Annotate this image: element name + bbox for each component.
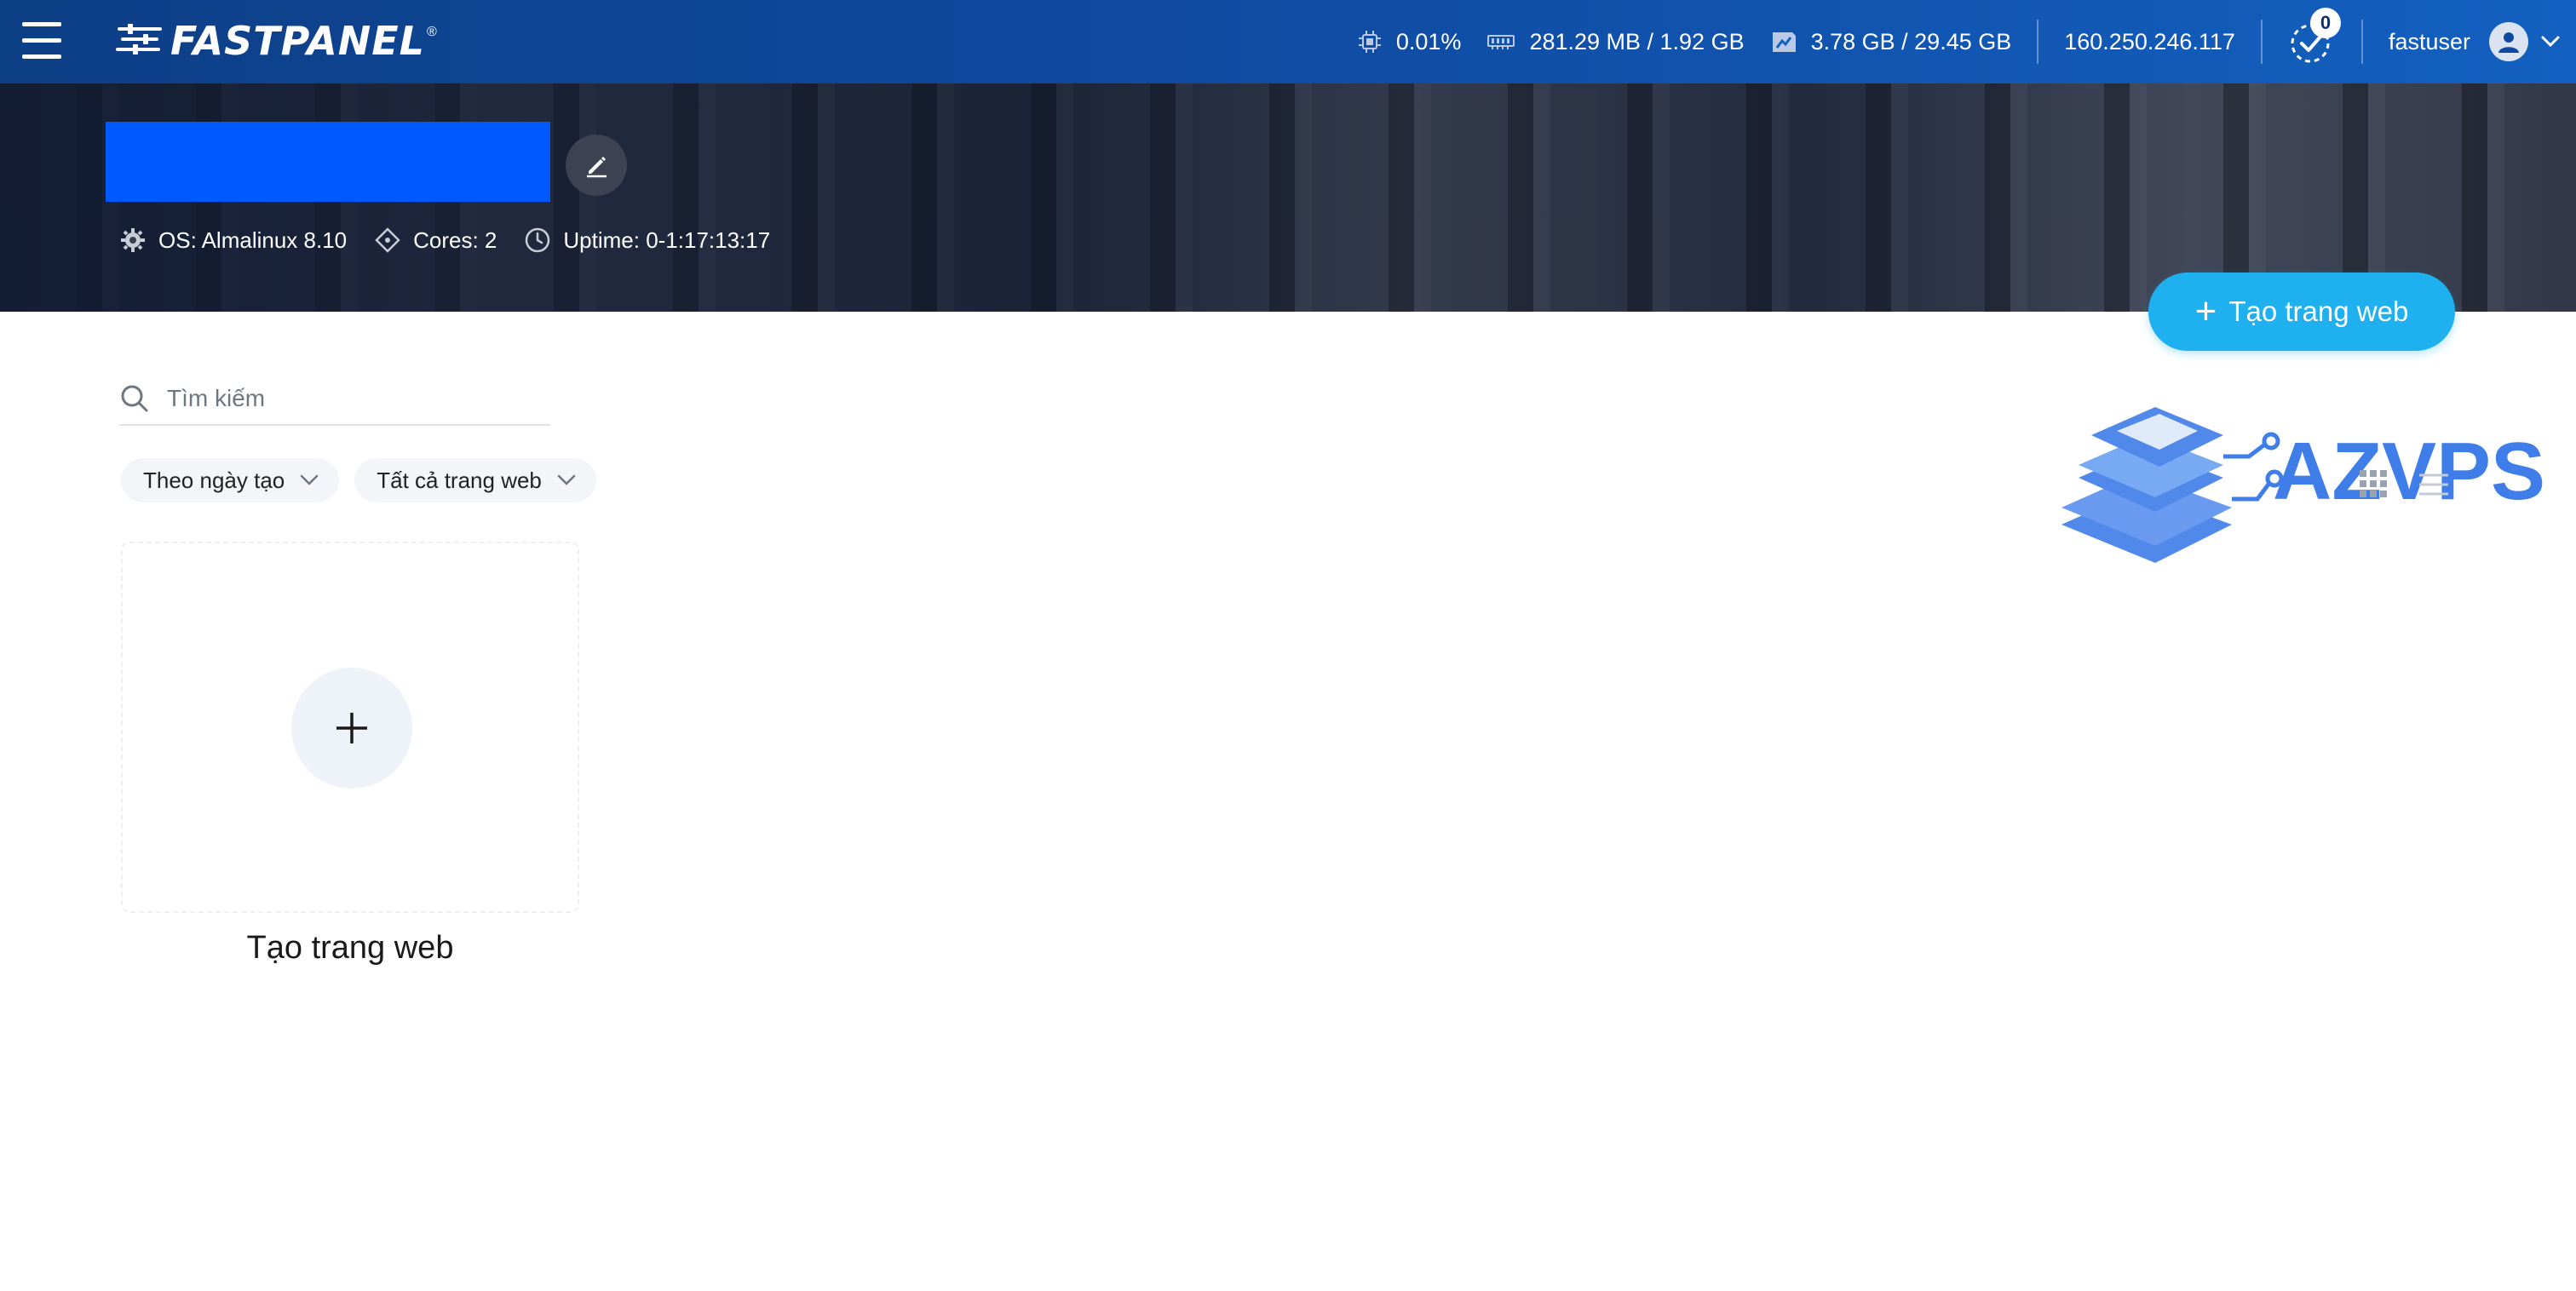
list-view-icon[interactable] [2418,470,2450,499]
cores-info: Cores: 2 [374,227,497,254]
chevron-down-icon [300,474,319,485]
tasks-button[interactable]: 0 [2288,8,2341,66]
cpu-usage: 0.01% [1395,28,1462,55]
plus-icon: + [2194,290,2217,332]
clock-icon [526,227,550,253]
divider [2360,20,2363,64]
search-icon [121,385,148,412]
create-website-button[interactable]: + Tạo trang web [2148,273,2455,351]
divider [2260,20,2263,64]
pencil-icon [587,157,607,178]
top-bar: FASTPANEL ® 0.01% 281.29 MB / 1.92 GB 3.… [0,0,2576,83]
chevron-down-icon [2541,36,2560,48]
user-menu[interactable]: fastuser [2389,22,2561,61]
user-icon [2498,32,2519,53]
sort-dropdown[interactable]: Theo ngày tạo [121,458,340,502]
resource-stats: 0.01% 281.29 MB / 1.92 GB 3.78 GB / 29.4… [1357,0,2576,83]
site-filter-label: Tất cả trang web [377,467,542,493]
avatar [2489,22,2528,61]
ram-icon [1487,35,1515,49]
plus-icon [336,713,367,743]
menu-icon[interactable] [22,22,61,60]
watermark-text: AZVPS [2273,426,2545,517]
cores-label: Cores: 2 [413,227,497,253]
tasks-badge: 0 [2309,8,2341,38]
azvps-watermark-logo: AZVPS [2061,407,2545,563]
server-name-redacted [106,122,550,202]
server-ip: 160.250.246.117 [2064,28,2235,55]
os-label: OS: Almalinux 8.10 [158,227,348,253]
uptime-info: Uptime: 0-1:17:13:17 [524,227,770,254]
search-input[interactable] [165,384,523,413]
create-website-label: Tạo trang web [2228,295,2409,327]
add-website-label: Tạo trang web [246,930,454,966]
cpu-icon [1358,31,1381,53]
username: fastuser [2388,28,2470,55]
disk-usage: 3.78 GB / 29.45 GB [1810,28,2012,55]
grid-view-icon[interactable] [2358,468,2389,499]
os-info: OS: Almalinux 8.10 [119,227,347,254]
brand-name: FASTPANEL [170,18,425,64]
gear-icon [121,228,145,252]
server-info: OS: Almalinux 8.10 Cores: 2 Uptime: 0-1:… [119,227,797,254]
cpu-stat: 0.01% [1357,28,1462,55]
uptime-label: Uptime: 0-1:17:13:17 [563,227,771,253]
filter-bar: Theo ngày tạo Tất cả trang web [121,458,612,502]
registered-mark: ® [426,25,437,39]
chevron-down-icon [557,474,576,485]
disk-stat: 3.78 GB / 29.45 GB [1770,28,2012,55]
add-circle [291,668,412,789]
add-website-card[interactable] [121,542,579,913]
divider [2037,20,2039,64]
edit-server-name-button[interactable] [566,135,627,196]
sliders-logo-icon [116,24,162,55]
sort-dropdown-label: Theo ngày tạo [143,467,285,493]
diamond-icon [375,227,400,253]
ram-stat: 281.29 MB / 1.92 GB [1486,28,1745,55]
disk-icon [1772,32,1796,52]
brand-logo[interactable]: FASTPANEL ® [116,15,437,66]
search-bar [119,373,550,426]
site-filter-dropdown[interactable]: Tất cả trang web [354,458,596,502]
ram-usage: 281.29 MB / 1.92 GB [1529,28,1745,55]
